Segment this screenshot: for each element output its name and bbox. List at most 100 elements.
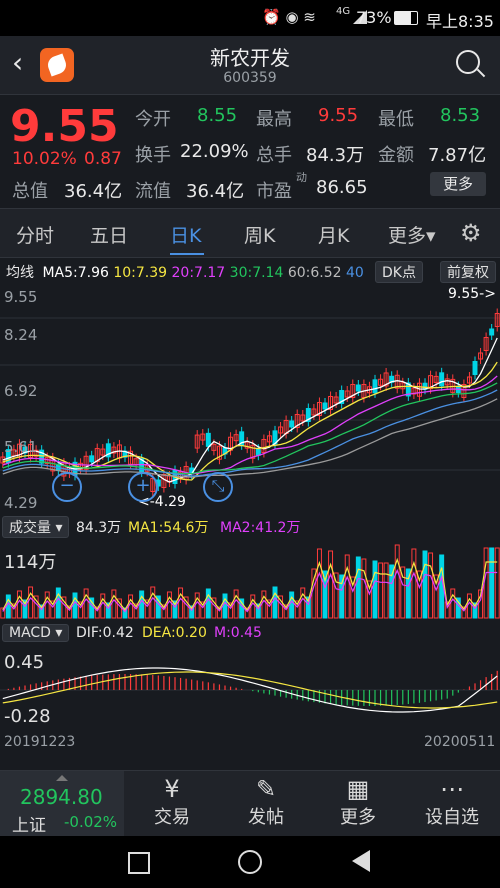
- macd-bar: [168, 676, 171, 690]
- macd-bar: [174, 677, 176, 690]
- battery-icon: [394, 11, 418, 25]
- home-icon[interactable]: [238, 850, 262, 874]
- volume-chart[interactable]: [0, 540, 500, 620]
- battery-percent: 73%: [356, 8, 392, 27]
- macd-bar: [396, 690, 398, 705]
- macd-bar: [474, 683, 476, 690]
- macd-axis-top: 0.45: [4, 652, 45, 673]
- more-button[interactable]: ▦ 更多: [318, 775, 398, 829]
- more-quote-button[interactable]: 更多: [430, 172, 486, 196]
- zoom-out-icon[interactable]: −: [52, 472, 82, 502]
- index-ticker[interactable]: 2894.80 上证 -0.02%: [0, 771, 124, 837]
- macd-bar: [335, 690, 337, 705]
- search-icon[interactable]: [456, 50, 486, 78]
- macd-bar: [79, 676, 82, 690]
- recent-apps-icon[interactable]: [128, 852, 150, 874]
- macd-indicator-select[interactable]: MACD ▾: [2, 624, 70, 642]
- volume-legend: 成交量 ▾ 84.3万 MA1:54.6万 MA2:41.2万: [0, 514, 500, 538]
- ma-legend: 均线 MA5:7.96 10:7.39 20:7.17 30:7.14 60:6…: [6, 262, 364, 282]
- volume-bar: [494, 547, 500, 619]
- macd-bar: [352, 690, 354, 706]
- macd-bar: [213, 683, 215, 690]
- float-label: 流值: [135, 181, 171, 202]
- macd-bar: [329, 690, 332, 705]
- macd-bar: [252, 690, 254, 692]
- volume-label: 总手: [256, 145, 292, 166]
- volume-ma2: MA2:41.2万: [220, 520, 301, 536]
- tab-more[interactable]: 更多▾: [388, 221, 436, 248]
- trade-label: 交易: [154, 807, 190, 828]
- macd-bar: [491, 673, 493, 690]
- volume-bar: [100, 593, 106, 619]
- open-value: 8.55: [197, 105, 238, 126]
- add-watchlist-button[interactable]: ⋯ 设自选: [412, 775, 492, 829]
- macd-bar: [85, 675, 87, 690]
- grid-icon: ▦: [346, 775, 370, 803]
- volume-bar: [316, 548, 322, 619]
- macd-bar: [235, 687, 237, 690]
- macd-bar: [424, 690, 426, 703]
- ma10-value: 10:7.39: [113, 265, 168, 281]
- volume-bar: [261, 590, 267, 619]
- macd-bar: [441, 690, 443, 700]
- ma60-value: 60:6.52: [287, 265, 342, 281]
- volume-bar: [5, 594, 11, 619]
- dots-icon: ⋯: [440, 775, 464, 803]
- turnover-label: 换手: [135, 145, 171, 166]
- turnover-value: 22.09%: [180, 141, 249, 162]
- volume-bar: [411, 548, 417, 619]
- macd-bar: [163, 675, 165, 690]
- macd-bar: [157, 675, 159, 690]
- volume-bar: [483, 547, 489, 619]
- price-axis-top: 9.55: [4, 288, 38, 306]
- price-axis-3: 6.92: [4, 382, 38, 400]
- trade-icon: ¥: [164, 775, 180, 803]
- add-watchlist-label: 设自选: [425, 807, 479, 828]
- gear-icon[interactable]: ⚙: [460, 219, 482, 247]
- volume-bar: [44, 591, 50, 619]
- zoom-in-icon[interactable]: +: [128, 472, 158, 502]
- tab-weekly-k[interactable]: 周K: [244, 221, 275, 248]
- macd-bar: [13, 687, 15, 690]
- post-button[interactable]: ✎ 发帖: [226, 775, 306, 829]
- tab-monthly-k[interactable]: 月K: [318, 221, 349, 248]
- fullscreen-icon[interactable]: ⤡: [203, 472, 233, 502]
- trade-button[interactable]: ¥ 交易: [132, 775, 212, 829]
- macd-bar: [63, 678, 65, 690]
- tab-five-day[interactable]: 五日: [90, 221, 128, 248]
- macd-bar: [485, 677, 487, 690]
- macd-bar: [91, 675, 93, 690]
- macd-bar: [429, 690, 432, 702]
- volume-bar: [16, 590, 22, 619]
- stock-code: 600359: [223, 70, 277, 86]
- ma-label[interactable]: 均线: [6, 265, 34, 281]
- macd-bar: [268, 690, 271, 695]
- mktcap-label: 总值: [12, 181, 48, 202]
- open-label: 今开: [135, 109, 171, 130]
- price-axis-bottom: 4.29: [4, 494, 38, 512]
- macd-chart[interactable]: [0, 646, 500, 728]
- index-change: -0.02%: [64, 813, 118, 831]
- macd-bar: [118, 674, 121, 690]
- amount-label: 金额: [378, 145, 414, 166]
- status-bar: ⏰ ◉ ≋ 4G 73% 早上8:35: [0, 0, 500, 36]
- macd-bar: [324, 690, 326, 704]
- back-nav-icon[interactable]: [352, 850, 370, 872]
- volume-bar: [28, 586, 34, 619]
- tab-daily-k[interactable]: 日K: [170, 221, 201, 248]
- tab-intraday[interactable]: 分时: [16, 221, 54, 248]
- volume-bar: [272, 586, 278, 619]
- volume-bar: [450, 588, 456, 619]
- volume-value: 84.3万: [306, 145, 365, 166]
- period-tabs: 分时 五日 日K 周K 月K 更多▾ ⚙: [0, 208, 500, 258]
- macd-bar: [307, 690, 309, 702]
- volume-indicator-select[interactable]: 成交量 ▾: [2, 516, 70, 538]
- macd-bar: [452, 690, 454, 696]
- macd-axis-bottom: -0.28: [4, 706, 51, 727]
- macd-bar: [241, 688, 243, 690]
- macd-bar: [202, 681, 204, 690]
- date-start: 20191223: [4, 734, 76, 750]
- macd-bar: [435, 690, 437, 701]
- last-price: 9.55: [10, 101, 119, 152]
- macd-bar: [107, 674, 109, 690]
